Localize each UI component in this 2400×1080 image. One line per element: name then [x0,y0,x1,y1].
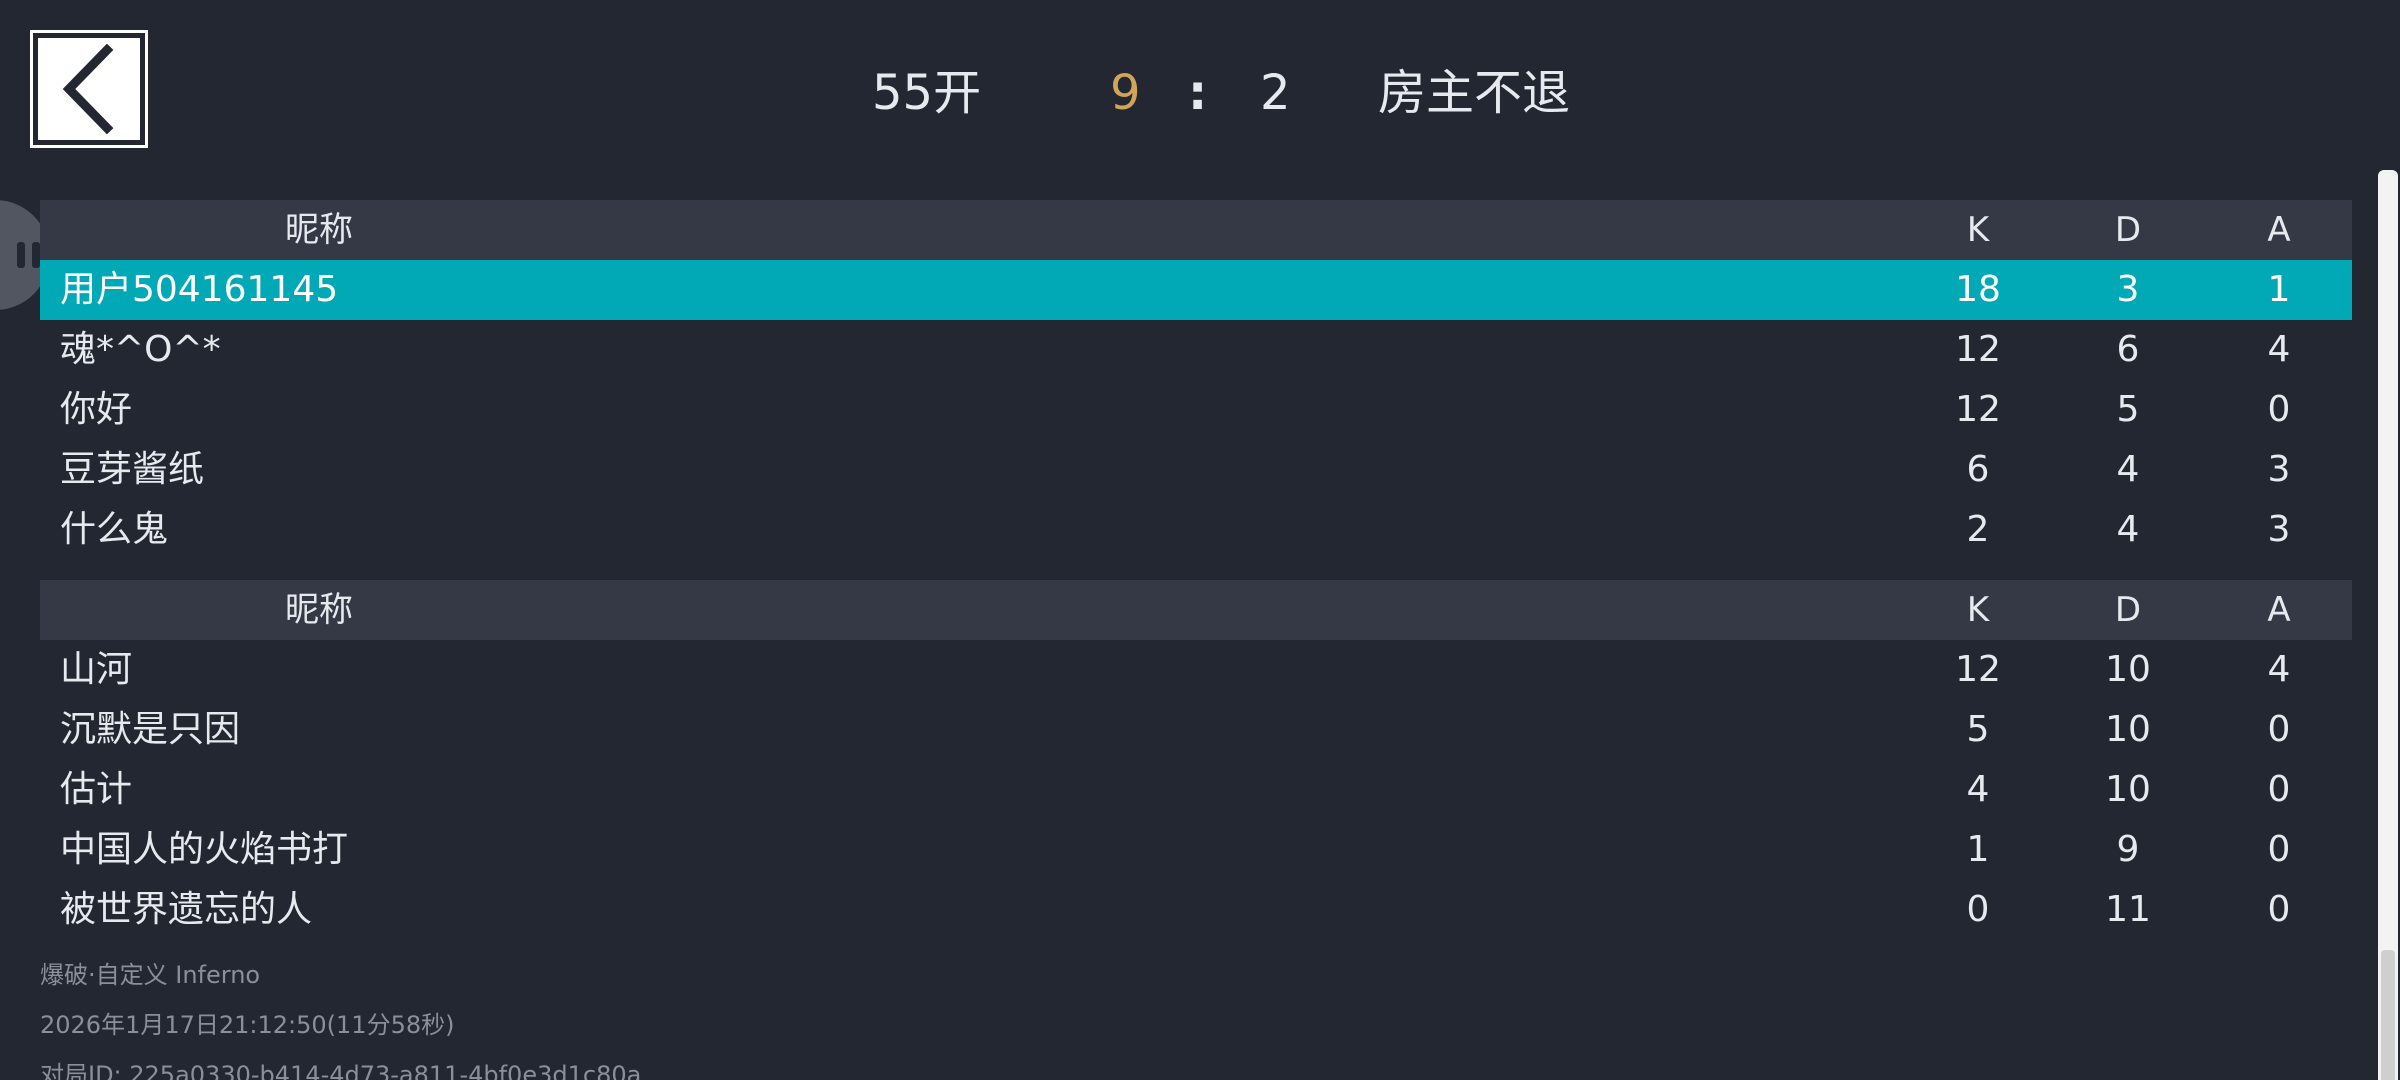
column-a: A [2267,590,2291,630]
player-deaths: 10 [2105,649,2151,690]
player-name: 估计 [60,769,133,810]
floating-menu-icon [17,242,40,268]
player-name: 什么鬼 [60,509,169,550]
player-assists: 4 [2267,329,2291,370]
column-d: D [2114,210,2142,250]
player-assists: 1 [2267,269,2291,310]
player-kills: 12 [1955,389,2001,430]
match-result-screen: 55开 9 : 2 房主不退 昵称 K D A 用户504161145 18 3… [0,0,2400,1080]
player-name: 沉默是只因 [60,709,241,750]
player-assists: 0 [2267,769,2291,810]
player-deaths: 10 [2105,769,2151,810]
score-separator: : [1188,65,1208,121]
player-deaths: 10 [2105,709,2151,750]
player-deaths: 4 [2116,509,2140,550]
table-header: 昵称 K D A [40,200,2352,260]
table-row[interactable]: 被世界遗忘的人 0 11 0 [40,880,2352,940]
column-name: 昵称 [285,210,353,250]
table-row[interactable]: 估计 4 10 0 [40,760,2352,820]
match-mode: 55开 [872,65,982,121]
table-row[interactable]: 你好 12 5 0 [40,380,2352,440]
player-deaths: 5 [2116,389,2140,430]
match-info: 爆破·自定义 Inferno 2026年1月17日21:12:50(11分58秒… [40,960,641,1080]
player-assists: 0 [2267,709,2291,750]
player-assists: 3 [2267,509,2291,550]
player-kills: 0 [1966,889,1990,930]
room-rule: 房主不退 [1378,65,1571,121]
table-row[interactable]: 用户504161145 18 3 1 [40,260,2352,320]
player-assists: 3 [2267,449,2291,490]
player-kills: 5 [1966,709,1990,750]
map-mode-text: 爆破·自定义 Inferno [40,961,261,989]
player-deaths: 4 [2116,449,2140,490]
player-deaths: 3 [2116,269,2140,310]
team-1-table: 昵称 K D A 用户504161145 18 3 1 魂*^O^* 12 6 … [40,200,2352,560]
player-kills: 18 [1955,269,2001,310]
player-deaths: 9 [2116,829,2140,870]
player-kills: 1 [1966,829,1990,870]
player-assists: 0 [2267,389,2291,430]
column-a: A [2267,210,2291,250]
player-name: 你好 [60,389,133,430]
table-row[interactable]: 魂*^O^* 12 6 4 [40,320,2352,380]
column-k: K [1966,590,1990,630]
player-deaths: 6 [2116,329,2140,370]
score-team-2: 2 [1260,65,1291,121]
player-kills: 12 [1955,329,2001,370]
player-kills: 2 [1966,509,1990,550]
team-2-table: 昵称 K D A 山河 12 10 4 沉默是只因 5 10 0 估计 4 10… [40,580,2352,940]
player-kills: 4 [1966,769,1990,810]
table-row[interactable]: 豆芽酱纸 6 4 3 [40,440,2352,500]
column-k: K [1966,210,1990,250]
player-name: 魂*^O^* [60,329,221,370]
match-datetime: 2026年1月17日21:12:50(11分58秒) [40,1011,455,1039]
score-team-1: 9 [1110,65,1141,121]
table-header: 昵称 K D A [40,580,2352,640]
player-name: 被世界遗忘的人 [60,889,313,930]
scrollbar-thumb[interactable] [2381,950,2395,1080]
player-name: 用户504161145 [60,269,339,310]
player-assists: 0 [2267,829,2291,870]
table-row[interactable]: 中国人的火焰书打 1 9 0 [40,820,2352,880]
table-row[interactable]: 山河 12 10 4 [40,640,2352,700]
match-header: 55开 9 : 2 房主不退 [0,60,2400,126]
player-name: 中国人的火焰书打 [60,829,349,870]
column-name: 昵称 [285,590,353,630]
player-name: 豆芽酱纸 [60,449,205,490]
player-assists: 0 [2267,889,2291,930]
player-kills: 12 [1955,649,2001,690]
match-id: 对局ID: 225a0330-b414-4d73-a811-4bf0e3d1c8… [40,1061,642,1080]
player-name: 山河 [60,649,133,690]
table-row[interactable]: 什么鬼 2 4 3 [40,500,2352,560]
player-assists: 4 [2267,649,2291,690]
scrollbar[interactable] [2378,170,2398,1080]
player-deaths: 11 [2105,889,2151,930]
column-d: D [2114,590,2142,630]
player-kills: 6 [1966,449,1990,490]
table-row[interactable]: 沉默是只因 5 10 0 [40,700,2352,760]
